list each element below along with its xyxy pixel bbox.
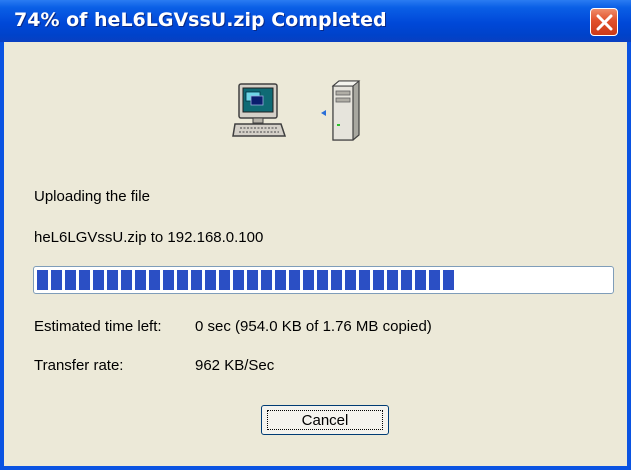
file-target-text: heL6LGVssU.zip to 192.168.0.100 xyxy=(34,229,264,246)
computer-icon xyxy=(232,83,287,137)
status-action-text: Uploading the file xyxy=(34,188,150,205)
close-button[interactable] xyxy=(590,8,618,36)
transfer-rate-label: Transfer rate: xyxy=(34,357,124,374)
progress-fill xyxy=(37,270,454,290)
title-bar[interactable]: 74% of heL6LGVssU.zip Completed xyxy=(0,0,631,42)
window-title: 74% of heL6LGVssU.zip Completed xyxy=(14,9,387,31)
cancel-button[interactable]: Cancel xyxy=(261,405,389,435)
upload-progress-bar xyxy=(33,266,614,294)
server-icon xyxy=(331,80,361,141)
close-icon xyxy=(596,14,613,31)
time-left-value: 0 sec (954.0 KB of 1.76 MB copied) xyxy=(195,318,432,335)
dialog-body: Uploading the file heL6LGVssU.zip to 192… xyxy=(4,42,627,466)
upload-progress-dialog: 74% of heL6LGVssU.zip Completed Uploadin… xyxy=(0,0,631,470)
time-left-label: Estimated time left: xyxy=(34,318,162,335)
cancel-button-label: Cancel xyxy=(267,410,383,430)
transfer-rate-value: 962 KB/Sec xyxy=(195,357,275,374)
